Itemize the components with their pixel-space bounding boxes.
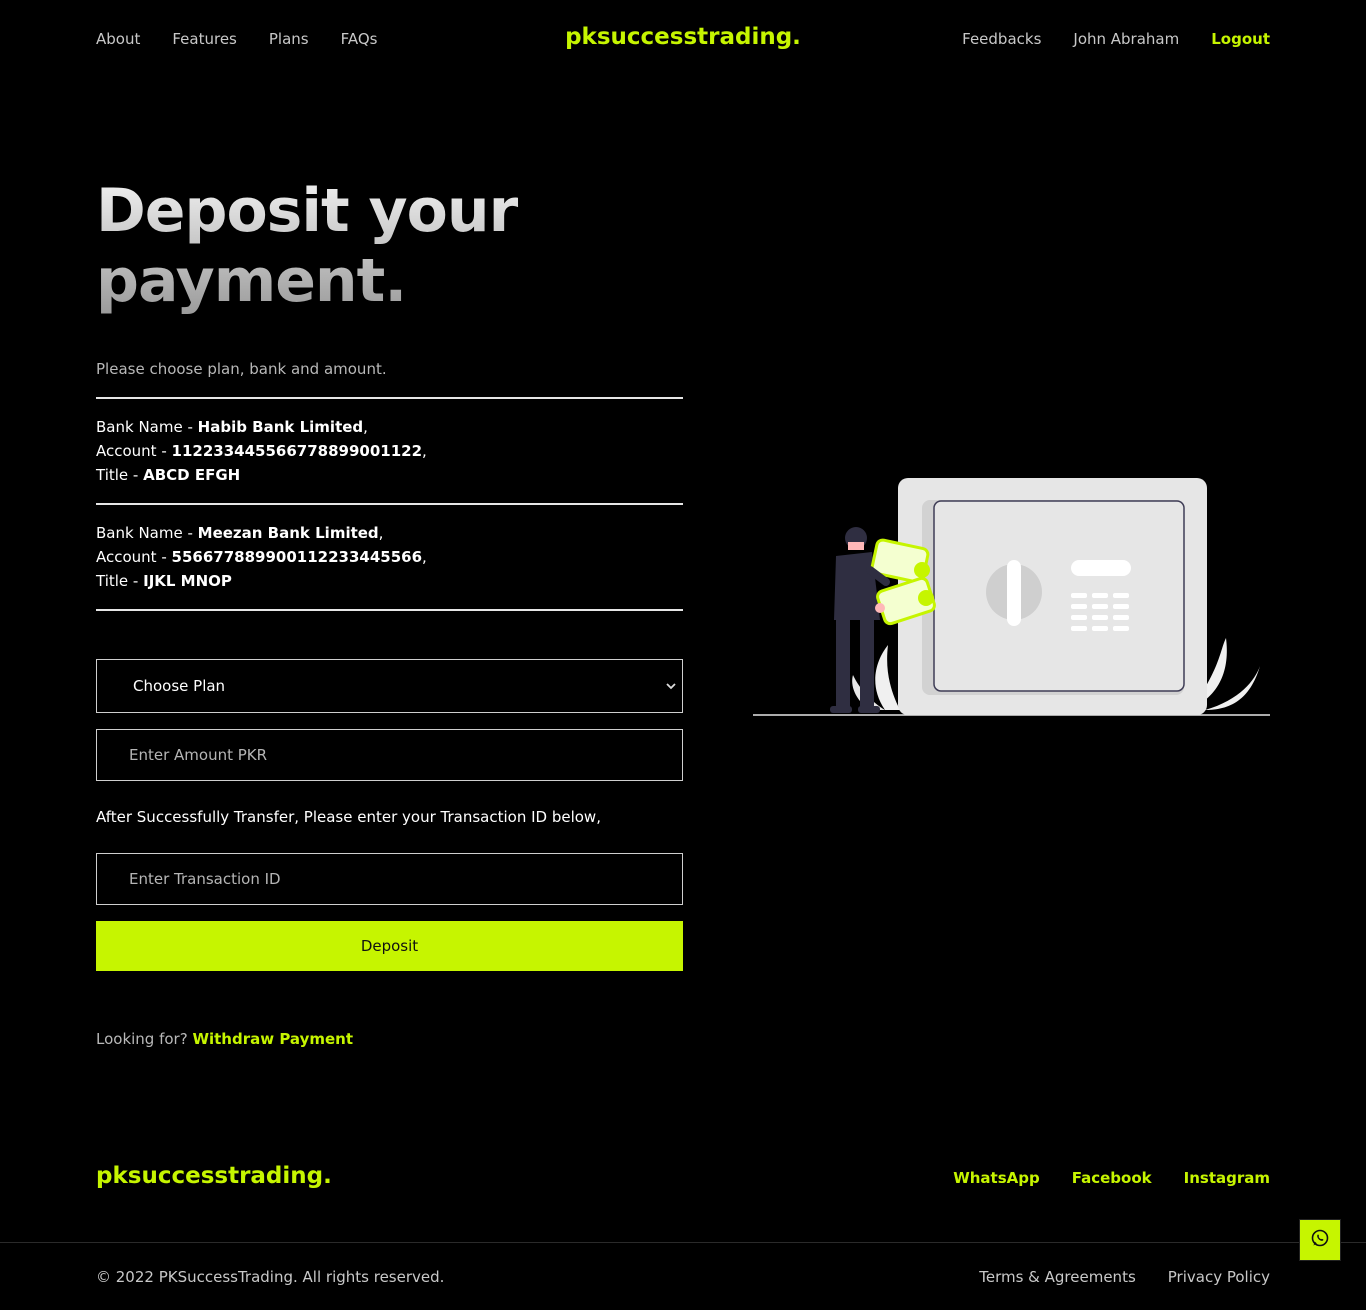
divider [96, 397, 683, 399]
withdraw-prompt: Looking for? Withdraw Payment [96, 1030, 354, 1048]
transfer-instruction: After Successfully Transfer, Please ente… [96, 808, 601, 826]
instagram-link[interactable]: Instagram [1184, 1169, 1270, 1187]
plan-select[interactable]: Choose Plan [96, 659, 683, 713]
bank-account-line: Account - 556677889900112233445566, [96, 548, 427, 566]
plan-select-value: Choose Plan [133, 677, 226, 695]
terms-link[interactable]: Terms & Agreements [979, 1268, 1136, 1286]
divider [96, 609, 683, 611]
whatsapp-link[interactable]: WhatsApp [953, 1169, 1040, 1187]
nav-user-link[interactable]: John Abraham [1073, 30, 1179, 48]
bank-title-line: Title - ABCD EFGH [96, 466, 241, 484]
footer-legal-links: Terms & Agreements Privacy Policy [979, 1268, 1270, 1286]
bank-title-line: Title - IJKL MNOP [96, 572, 232, 590]
bank-name: Meezan Bank Limited [197, 524, 379, 542]
transaction-id-input[interactable] [96, 853, 683, 905]
privacy-policy-link[interactable]: Privacy Policy [1168, 1268, 1270, 1286]
page-title: Deposit your payment. [96, 176, 616, 316]
top-navbar: About Features Plans FAQs pksuccesstradi… [0, 0, 1366, 80]
account-nav: Feedbacks John Abraham Logout [962, 30, 1270, 48]
withdraw-payment-link[interactable]: Withdraw Payment [192, 1030, 353, 1048]
footer-divider [0, 1242, 1366, 1243]
bank-title: ABCD EFGH [143, 466, 241, 484]
whatsapp-icon [1310, 1228, 1330, 1252]
safe-deposit-illustration [750, 470, 1272, 720]
facebook-link[interactable]: Facebook [1072, 1169, 1152, 1187]
amount-input[interactable] [96, 729, 683, 781]
bank-name-line: Bank Name - Habib Bank Limited, [96, 418, 368, 436]
floating-whatsapp-button[interactable] [1299, 1219, 1341, 1261]
footer-social-links: WhatsApp Facebook Instagram [953, 1169, 1270, 1187]
nav-feedbacks-link[interactable]: Feedbacks [962, 30, 1041, 48]
deposit-button[interactable]: Deposit [96, 921, 683, 971]
bank-account: 11223344556677889900112­2 [171, 442, 423, 460]
bank-name: Habib Bank Limited [197, 418, 364, 436]
divider [96, 503, 683, 505]
bank-details-meezan: Bank Name - Meezan Bank Limited, Account… [96, 521, 427, 593]
chevron-down-icon [666, 679, 676, 693]
footer-brand-logo[interactable]: pksuccesstrading. [96, 1163, 332, 1189]
copyright-text: © 2022 PKSuccessTrading. All rights rese… [96, 1268, 445, 1286]
bank-account: 556677889900112233445566 [171, 548, 423, 566]
bank-details-habib: Bank Name - Habib Bank Limited, Account … [96, 415, 427, 487]
page-subtitle: Please choose plan, bank and amount. [96, 360, 387, 378]
logout-link[interactable]: Logout [1211, 30, 1270, 48]
bank-name-line: Bank Name - Meezan Bank Limited, [96, 524, 384, 542]
bank-title: IJKL MNOP [143, 572, 232, 590]
bank-account-line: Account - 11223344556677889900112­2, [96, 442, 427, 460]
